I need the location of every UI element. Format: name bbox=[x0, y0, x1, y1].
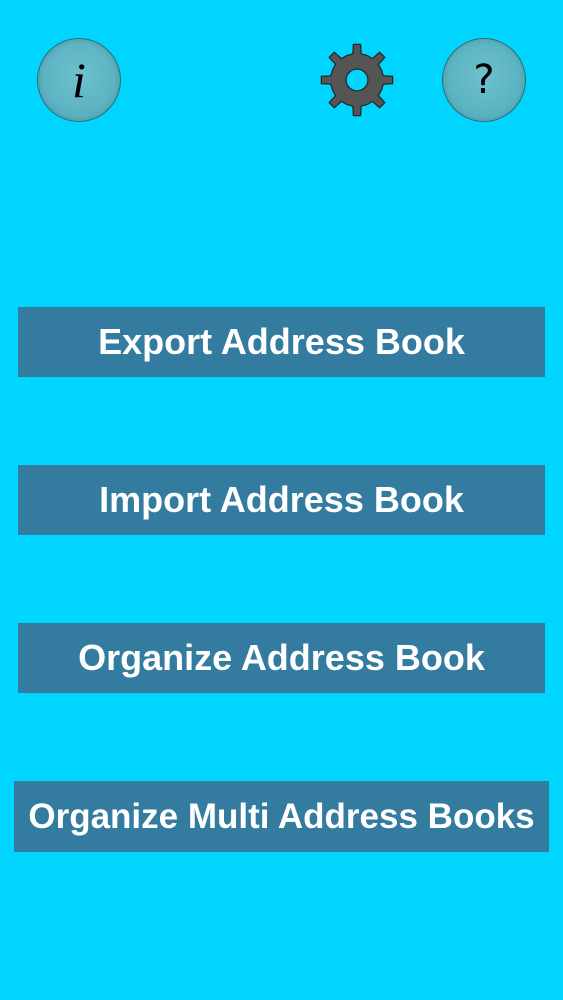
organize-address-book-label: Organize Address Book bbox=[78, 637, 485, 678]
export-address-book-label: Export Address Book bbox=[98, 321, 465, 362]
organize-address-book-button[interactable]: Organize Address Book bbox=[18, 623, 545, 693]
info-icon: i bbox=[72, 52, 86, 108]
import-address-book-label: Import Address Book bbox=[99, 479, 464, 520]
gear-icon bbox=[320, 43, 394, 117]
settings-button[interactable] bbox=[318, 41, 396, 119]
organize-multi-address-books-label: Organize Multi Address Books bbox=[28, 796, 535, 836]
question-mark-icon: ? bbox=[473, 57, 495, 103]
organize-multi-address-books-button[interactable]: Organize Multi Address Books bbox=[14, 781, 549, 852]
help-button[interactable]: ? bbox=[442, 38, 526, 122]
info-button[interactable]: i bbox=[37, 38, 121, 122]
import-address-book-button[interactable]: Import Address Book bbox=[18, 465, 545, 535]
export-address-book-button[interactable]: Export Address Book bbox=[18, 307, 545, 377]
